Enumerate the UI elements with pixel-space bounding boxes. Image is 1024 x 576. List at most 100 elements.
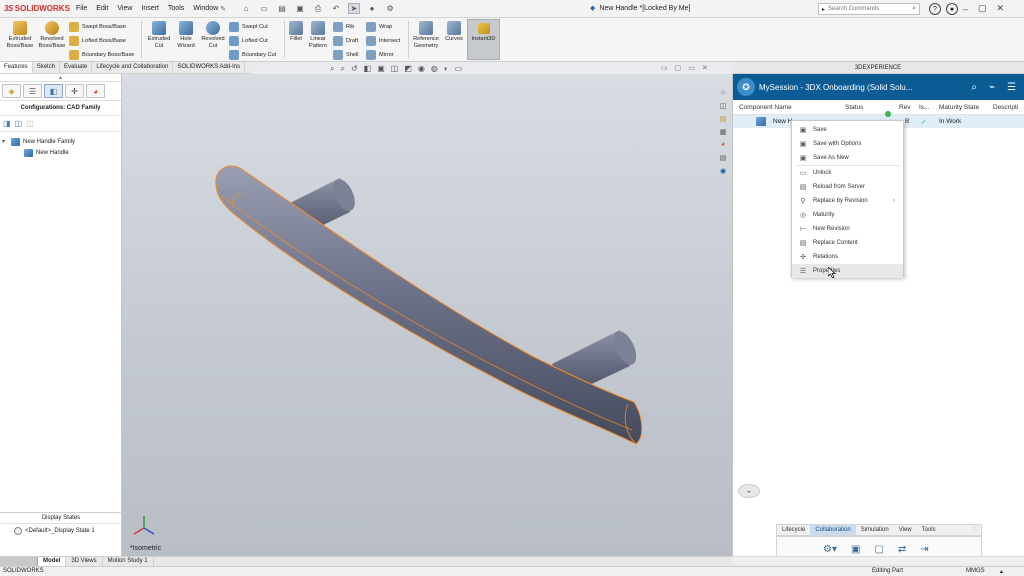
previous-view-icon[interactable]: ↺ — [351, 64, 358, 74]
user-icon[interactable]: ● — [946, 3, 958, 15]
config-table-icon[interactable]: ◫ — [15, 119, 23, 128]
appearance-icon[interactable]: ◍ — [431, 64, 438, 74]
swept-cut-button[interactable]: Swept Cut — [229, 22, 268, 32]
transfer-ownership-icon[interactable]: ⇄ — [898, 544, 906, 555]
view-palette-icon[interactable]: ▦ — [717, 126, 729, 137]
column-is[interactable]: Is... — [919, 104, 929, 111]
tab-lifecycle-collaboration[interactable]: Lifecycle and Collaboration — [92, 62, 174, 73]
menu-item-maturity[interactable]: ◎ Maturity — [792, 208, 903, 222]
help-icon[interactable]: ? — [929, 3, 941, 15]
unlock-icon[interactable]: ▢ — [874, 544, 883, 555]
menu-item-properties[interactable]: ☰ Properties — [792, 264, 903, 278]
mirror-button[interactable]: Mirror — [366, 50, 394, 60]
column-description[interactable]: Descripti — [993, 104, 1018, 111]
menu-item-save-with-options[interactable]: ▣ Save with Options — [792, 137, 903, 151]
maximize-icon[interactable]: ▢ — [978, 3, 987, 14]
tab-tools[interactable]: Tools — [917, 525, 941, 535]
tab-model[interactable]: Model — [38, 557, 67, 566]
tab-collaboration[interactable]: Collaboration — [810, 525, 856, 535]
feature-manager-tab-icon[interactable]: ◈ — [2, 84, 21, 98]
display-style-icon[interactable]: ◩ — [404, 64, 412, 74]
import-icon[interactable]: ⇥ — [920, 544, 928, 555]
tab-view[interactable]: View — [894, 525, 917, 535]
file-explorer-icon[interactable]: ▤ — [717, 113, 729, 124]
horizontal-scrollbar[interactable] — [732, 556, 1024, 564]
menu-file[interactable]: File — [76, 5, 87, 12]
hide-show-icon[interactable]: ◉ — [418, 64, 425, 74]
shell-button[interactable]: Shell — [333, 50, 358, 60]
tab-navigation-arrows[interactable] — [0, 557, 38, 566]
handle-grip[interactable] — [215, 165, 643, 445]
select-cursor-icon[interactable]: ➤ — [348, 3, 361, 14]
view-orientation-icon[interactable]: ◫ — [391, 64, 399, 74]
options-gear-icon[interactable]: ⚙ — [384, 3, 396, 14]
property-manager-tab-icon[interactable]: ☰ — [23, 84, 42, 98]
config-add-icon[interactable]: ◨ — [3, 119, 11, 128]
tab-features[interactable]: Features — [0, 62, 33, 73]
favorite-icon[interactable]: ♡ — [972, 525, 979, 534]
custom-properties-icon[interactable]: ▤ — [717, 152, 729, 163]
design-library-icon[interactable]: ◫ — [717, 100, 729, 111]
menu-item-replace-by-revision[interactable]: ⚲ Replace by Revision › — [792, 194, 903, 208]
tab-simulation[interactable]: Simulation — [856, 525, 894, 535]
fillet-button[interactable]: Fillet — [286, 21, 306, 43]
dimxpert-tab-icon[interactable]: ✛ — [65, 84, 84, 98]
search-icon[interactable]: ⌕ — [912, 5, 916, 13]
print-icon[interactable]: ⎙ — [312, 3, 324, 14]
column-component-name[interactable]: Component Name — [739, 104, 792, 111]
menu-item-new-revision[interactable]: ⊢ New Revision — [792, 222, 903, 236]
status-units[interactable]: MMGS — [966, 568, 985, 574]
revolved-cut-button[interactable]: Revolved Cut — [199, 21, 227, 49]
home-icon[interactable]: ⌂ — [240, 3, 252, 14]
instant3d-button[interactable]: Instant3D — [467, 19, 500, 60]
open-folder-icon[interactable]: ▤ — [276, 3, 288, 14]
view-settings-icon[interactable]: ▭ — [455, 64, 463, 74]
viewport-close-icon[interactable]: ✕ — [702, 64, 708, 72]
menu-tools[interactable]: Tools — [168, 5, 184, 12]
graphics-area[interactable]: *Isometric — [122, 74, 732, 556]
lock-icon[interactable]: ▣ — [851, 544, 860, 555]
boundary-boss-button[interactable]: Boundary Boss/Base — [69, 50, 134, 60]
tab-3d-views[interactable]: 3D Views — [66, 557, 103, 566]
tab-evaluate[interactable]: Evaluate — [60, 62, 93, 73]
menu-item-replace-content[interactable]: ▤ Replace Content — [792, 236, 903, 250]
curves-button[interactable]: Curves — [442, 21, 466, 43]
tab-lifecycle[interactable]: Lifecycle — [777, 525, 810, 535]
solidworks-resources-icon[interactable]: ⌂ — [717, 87, 729, 98]
tree-item[interactable]: New Handle — [2, 147, 119, 158]
tab-sketch[interactable]: Sketch — [33, 62, 61, 73]
menu-window[interactable]: Window — [193, 5, 218, 12]
viewport-tile-icon[interactable]: ▢ — [675, 64, 682, 72]
status-units-arrow-icon[interactable]: ▴ — [1000, 568, 1003, 575]
wrap-button[interactable]: Wrap — [366, 22, 392, 32]
search-commands-input[interactable]: ▸ Search Commands ⌕ — [818, 3, 920, 15]
zoom-area-icon[interactable]: ⌕ — [340, 64, 344, 74]
appearances-icon[interactable]: ◕ — [717, 139, 729, 150]
draft-button[interactable]: Draft — [333, 36, 358, 46]
linear-pattern-button[interactable]: Linear Pattern — [306, 21, 330, 49]
rib-button[interactable]: Rib — [333, 22, 354, 32]
collaboration-hint-icon[interactable]: ◒ — [738, 484, 760, 498]
lifecycle-dropdown-icon[interactable]: ⚙▾ — [823, 544, 837, 555]
session-title[interactable]: MySession - 3DX Onboarding (Solid Solu..… — [759, 83, 912, 92]
3dexperience-icon[interactable]: ◉ — [717, 165, 729, 176]
scene-icon[interactable]: ◐ — [444, 64, 449, 74]
menu-insert[interactable]: Insert — [141, 5, 159, 12]
extruded-cut-button[interactable]: Extruded Cut — [144, 21, 174, 49]
menu-item-unlock[interactable]: ▭ Unlock — [792, 166, 903, 180]
menu-item-relations[interactable]: ✣ Relations — [792, 250, 903, 264]
lofted-cut-button[interactable]: Lofted Cut — [229, 36, 268, 46]
hole-wizard-button[interactable]: Hole Wizard — [173, 21, 199, 49]
menu-item-save-as-new[interactable]: ▣ Save As New — [792, 151, 903, 165]
panel-grip[interactable]: ▴ — [0, 74, 121, 82]
pin-icon[interactable]: ✎ — [220, 5, 226, 13]
lofted-boss-button[interactable]: Lofted Boss/Base — [69, 36, 126, 46]
tree-item[interactable]: ▾ New Handle Family — [2, 136, 119, 147]
menu-edit[interactable]: Edit — [96, 5, 108, 12]
tab-solidworks-addins[interactable]: SOLIDWORKS Add-Ins — [173, 62, 246, 73]
collapse-caret-icon[interactable]: ▾ — [2, 138, 8, 145]
zoom-to-fit-icon[interactable]: ⌕ — [330, 64, 334, 74]
minimize-icon[interactable]: – — [963, 4, 968, 14]
menu-item-save[interactable]: ▣ Save — [792, 123, 903, 137]
section-view-icon[interactable]: ◧ — [364, 64, 372, 74]
